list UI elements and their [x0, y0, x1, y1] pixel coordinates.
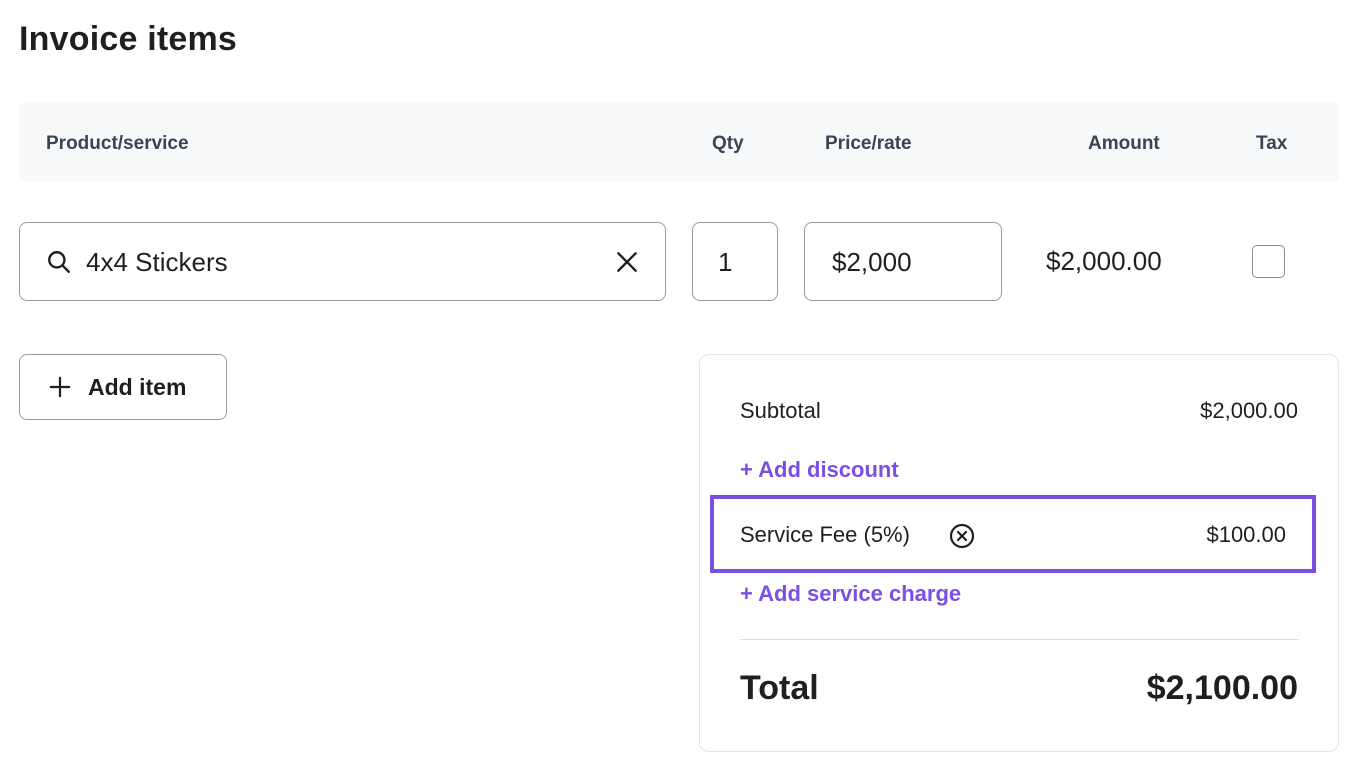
add-item-label: Add item	[88, 374, 187, 400]
qty-field[interactable]	[692, 222, 778, 301]
service-fee-row: Service Fee (5%) $100.00	[710, 495, 1316, 573]
tax-checkbox[interactable]	[1252, 245, 1285, 278]
column-header-tax: Tax	[1256, 133, 1288, 154]
column-header-amount: Amount	[1088, 133, 1160, 154]
subtotal-value: $2,000.00	[1200, 398, 1298, 423]
add-service-charge-link[interactable]: + Add service charge	[740, 581, 961, 607]
total-label: Total	[740, 669, 819, 707]
qty-input[interactable]	[718, 243, 768, 281]
subtotal-label: Subtotal	[740, 398, 821, 423]
page-title: Invoice items	[19, 20, 238, 58]
total-value: $2,100.00	[1146, 669, 1298, 707]
add-discount-link[interactable]: + Add discount	[740, 457, 899, 483]
close-icon[interactable]	[614, 249, 640, 275]
summary-card: Subtotal $2,000.00 + Add discount Servic…	[699, 354, 1339, 752]
search-icon	[48, 251, 70, 273]
product-input[interactable]	[86, 243, 586, 281]
plus-icon	[49, 376, 71, 398]
table-header: Product/service Qty Price/rate Amount Ta…	[19, 103, 1339, 182]
price-input[interactable]	[832, 243, 982, 281]
add-item-button[interactable]: Add item	[19, 354, 227, 420]
column-header-qty: Qty	[712, 133, 744, 154]
price-field[interactable]	[804, 222, 1002, 301]
line-amount: $2,000.00	[1046, 246, 1162, 276]
divider	[740, 639, 1299, 640]
column-header-product: Product/service	[46, 133, 189, 154]
service-fee-value: $100.00	[1206, 522, 1286, 547]
product-search-field[interactable]	[19, 222, 666, 301]
service-fee-label: Service Fee (5%)	[740, 522, 910, 547]
circle-x-icon[interactable]	[948, 522, 976, 550]
column-header-price: Price/rate	[825, 133, 912, 154]
